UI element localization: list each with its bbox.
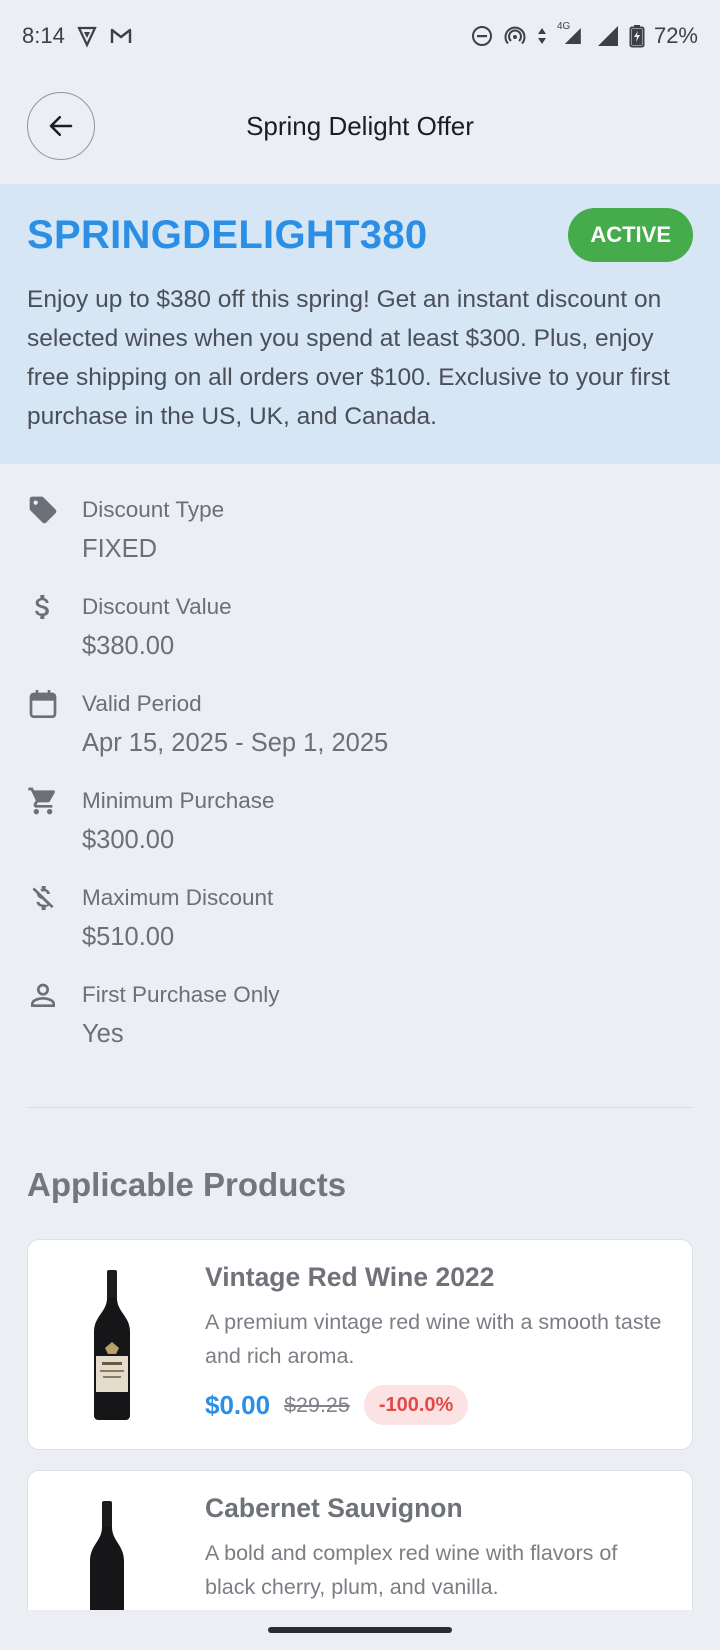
person-icon	[27, 975, 82, 1072]
detail-value: $380.00	[82, 632, 175, 660]
detail-value: $510.00	[82, 923, 175, 951]
product-name: Cabernet Sauvignon	[205, 1493, 463, 1523]
hotspot-icon	[503, 24, 527, 48]
status-badge: ACTIVE	[568, 208, 693, 262]
gmail-icon	[109, 24, 133, 48]
app-bar: Spring Delight Offer	[0, 84, 720, 168]
detail-value: Yes	[82, 1020, 124, 1048]
detail-value: Apr 15, 2025 - Sep 1, 2025	[82, 729, 389, 757]
battery-percent: 72%	[653, 23, 698, 48]
detail-label: Valid Period	[82, 691, 202, 716]
page-title: Spring Delight Offer	[246, 110, 474, 141]
detail-discount-type: Discount Type FIXED	[27, 490, 693, 587]
money-off-icon	[27, 878, 82, 975]
offer-details: Discount Type FIXED Discount Value $380.…	[27, 490, 693, 1072]
detail-label: Minimum Purchase	[82, 788, 275, 813]
product-card[interactable]: Vintage Red Wine 2022 A premium vintage …	[27, 1239, 693, 1450]
detail-label: Discount Value	[82, 594, 232, 619]
wine-bottle-image	[72, 1270, 152, 1420]
dollar-icon	[27, 587, 82, 684]
detail-label: Discount Type	[82, 497, 225, 522]
promo-code: SPRINGDELIGHT380	[27, 212, 428, 257]
tag-icon	[27, 490, 82, 587]
status-time: 8:14	[22, 23, 65, 48]
product-price: $0.00	[205, 1389, 271, 1420]
product-info: Vintage Red Wine 2022 A premium vintage …	[205, 1262, 672, 1425]
product-description: A bold and complex red wine with flavors…	[205, 1541, 618, 1599]
detail-maximum-discount: Maximum Discount $510.00	[27, 878, 693, 975]
discount-badge: -100.0%	[363, 1385, 469, 1425]
status-right: 4G 72%	[470, 21, 698, 49]
detail-discount-value: Discount Value $380.00	[27, 587, 693, 684]
promo-header: SPRINGDELIGHT380 ACTIVE	[27, 208, 693, 262]
calendar-icon	[27, 684, 82, 781]
detail-minimum-purchase: Minimum Purchase $300.00	[27, 781, 693, 878]
wifi-signal-icon	[596, 24, 620, 48]
promo-description: Enjoy up to $380 off this spring! Get an…	[27, 286, 670, 430]
product-name: Vintage Red Wine 2022	[205, 1262, 495, 1292]
battery-charging-icon	[629, 24, 645, 48]
detail-first-purchase: First Purchase Only Yes	[27, 975, 693, 1072]
network-type: 4G	[556, 21, 571, 32]
data-arrows-icon	[536, 24, 548, 48]
back-button[interactable]	[27, 92, 95, 160]
status-left: 8:14	[22, 23, 133, 49]
cart-icon	[27, 781, 82, 878]
product-description: A premium vintage red wine with a smooth…	[205, 1310, 662, 1368]
detail-label: First Purchase Only	[82, 982, 280, 1007]
product-original-price: $29.25	[284, 1392, 350, 1417]
section-divider	[27, 1107, 693, 1108]
do-not-disturb-icon	[470, 24, 494, 48]
detail-value: $300.00	[82, 826, 175, 854]
product-info: Cabernet Sauvignon A bold and complex re…	[205, 1493, 672, 1604]
promo-banner: SPRINGDELIGHT380 ACTIVE Enjoy up to $380…	[0, 184, 720, 464]
arrow-left-icon	[49, 116, 73, 136]
detail-value: FIXED	[82, 535, 158, 563]
status-bar: 8:14 4G 72%	[0, 0, 720, 72]
detail-valid-period: Valid Period Apr 15, 2025 - Sep 1, 2025	[27, 684, 693, 781]
detail-label: Maximum Discount	[82, 885, 274, 910]
home-indicator[interactable]	[268, 1627, 452, 1633]
price-row: $0.00 $29.25 -100.0%	[205, 1385, 672, 1425]
section-title: Applicable Products	[27, 1166, 347, 1203]
vpn-shield-icon	[75, 24, 99, 48]
signal-icon: 4G	[556, 21, 587, 48]
